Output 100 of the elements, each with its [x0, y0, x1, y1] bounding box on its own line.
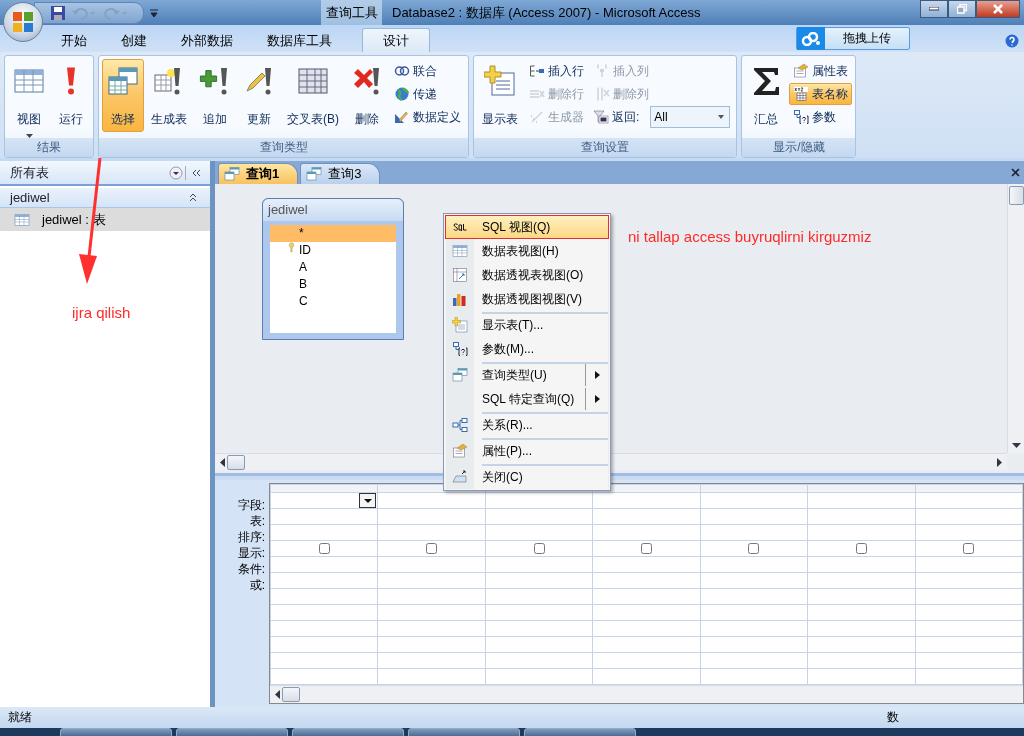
tables-icon — [107, 65, 139, 97]
menu-item[interactable]: 数据表视图(H) — [445, 239, 609, 263]
ribbon-button[interactable]: 插入行 — [525, 60, 588, 82]
ribbon-button[interactable]: 追加 — [194, 59, 236, 132]
scroll-thumb[interactable] — [1008, 185, 1024, 205]
show-checkbox[interactable] — [748, 543, 760, 554]
show-checkbox[interactable] — [318, 543, 330, 554]
wand-icon — [529, 109, 545, 125]
annotation-text: ijra qilish — [72, 304, 131, 321]
vertical-scrollbar[interactable] — [1007, 183, 1024, 454]
menu-item[interactable]: 属性(P)... — [445, 437, 609, 463]
insert-row-icon — [529, 63, 545, 79]
ribbon-button[interactable]: 数据定义 — [390, 106, 465, 128]
scroll-thumb[interactable] — [227, 454, 245, 470]
grid-row-label: 排序: — [237, 529, 265, 545]
ribbon-button[interactable]: 参数 — [789, 106, 853, 128]
menu-item[interactable]: SQL 视图(Q) — [445, 215, 609, 239]
insert-column-icon — [594, 63, 610, 79]
close-icon — [1011, 167, 1020, 177]
grid-row-label: 或: — [249, 577, 265, 593]
left-arrow-icon[interactable] — [274, 690, 280, 699]
ribbon-button[interactable]: 表名称 — [789, 83, 853, 105]
down-arrow-icon[interactable] — [1011, 443, 1021, 450]
right-arrow-icon[interactable] — [997, 457, 1003, 467]
close-button[interactable] — [976, 0, 1020, 18]
caret-icon — [363, 498, 372, 503]
document-tab[interactable]: 查询1 — [218, 162, 299, 184]
ribbon-button[interactable]: 显示表 — [477, 59, 523, 132]
property-sheet-icon — [793, 63, 810, 79]
customize-toolbar-icon[interactable] — [150, 8, 158, 17]
ribbon-button[interactable]: 交叉表(B) — [282, 59, 344, 132]
menu-item[interactable]: 数据透视表视图(O) — [445, 263, 609, 287]
submenu-arrow-icon — [594, 371, 600, 379]
table-icon — [14, 211, 30, 228]
ribbon-button[interactable]: 联合 — [390, 60, 465, 82]
field-item[interactable]: ID — [270, 241, 396, 259]
menu-item[interactable]: 查询类型(U) — [445, 361, 609, 387]
left-arrow-icon[interactable] — [219, 457, 225, 467]
ribbon-tab[interactable]: 开始 — [45, 28, 103, 52]
document-tab[interactable]: 查询3 — [300, 162, 381, 184]
ribbon-button[interactable]: 更新 — [238, 59, 280, 132]
restore-button[interactable] — [948, 0, 976, 18]
menu-item[interactable]: 参数(M)... — [445, 337, 609, 361]
field-list-window[interactable]: jediwel * ID A B C — [262, 197, 404, 340]
ribbon-button[interactable]: 汇总 — [745, 59, 788, 132]
ribbon-button[interactable]: 生成表 — [146, 59, 192, 132]
menu-item[interactable]: 数据透视图视图(V) — [445, 287, 609, 311]
field-item[interactable]: A — [270, 258, 396, 276]
ribbon-tab[interactable]: 创建 — [105, 28, 163, 52]
horizontal-scrollbar[interactable] — [270, 685, 1023, 703]
table-icon — [452, 243, 468, 259]
show-checkbox[interactable] — [640, 543, 652, 554]
grid-row-label: 条件: — [237, 561, 265, 577]
field-item[interactable]: C — [270, 292, 396, 310]
help-icon[interactable] — [1005, 34, 1019, 48]
submenu-arrow-icon — [594, 395, 600, 403]
restore-icon — [957, 4, 967, 14]
menu-item[interactable]: 关系(R)... — [445, 411, 609, 437]
show-checkbox[interactable] — [963, 543, 975, 554]
grid-row-label: 表: — [249, 513, 265, 529]
table-names-icon — [793, 86, 810, 102]
bar-chart-icon — [452, 291, 468, 307]
show-checkbox[interactable] — [533, 543, 545, 554]
cloud-icon — [801, 31, 821, 46]
ribbon-tab[interactable]: 外部数据 — [165, 28, 249, 52]
table-plus-icon — [484, 65, 516, 97]
ribbon-button[interactable]: 属性表 — [789, 60, 853, 82]
collapse-group-icon[interactable] — [188, 193, 198, 202]
field-dropdown-button[interactable] — [359, 493, 377, 508]
ribbon-button[interactable]: 视图 — [8, 59, 50, 132]
tables-icon — [452, 367, 468, 383]
return-dropdown[interactable]: All — [650, 106, 731, 128]
group-label: 显示/隐藏 — [742, 138, 856, 157]
ribbon-button[interactable]: 删除 — [346, 59, 388, 132]
property-sheet-icon — [452, 443, 468, 459]
nav-pane-title: 所有表 — [10, 163, 50, 182]
close-document-button[interactable] — [1011, 167, 1020, 177]
ribbon-button[interactable]: 运行 — [52, 59, 90, 132]
ribbon-button[interactable]: 传递 — [390, 83, 465, 105]
nav-item[interactable]: jediwel : 表 — [0, 208, 210, 231]
ribbon-tab[interactable]: 设计 — [362, 28, 430, 52]
upload-button[interactable]: 拖拽上传 — [796, 27, 910, 50]
ribbon-tab[interactable]: 数据库工具 — [251, 28, 348, 52]
field-item[interactable]: * — [270, 224, 396, 242]
close-window-icon — [452, 469, 468, 485]
menu-item[interactable]: 显示表(T)... — [445, 311, 609, 337]
menu-item[interactable]: SQL 特定查询(Q) — [445, 387, 609, 411]
show-checkbox[interactable] — [855, 543, 867, 554]
show-checkbox[interactable] — [426, 543, 438, 554]
save-icon[interactable] — [51, 5, 65, 20]
minimize-button[interactable] — [920, 0, 948, 18]
top-values-icon — [593, 109, 609, 125]
rings-icon — [394, 63, 410, 79]
delete-column-icon — [594, 86, 610, 102]
office-logo-icon — [12, 11, 34, 33]
ribbon-button[interactable]: 选择 — [102, 59, 144, 132]
field-item[interactable]: B — [270, 275, 396, 293]
scroll-thumb[interactable] — [282, 687, 300, 702]
dropdown-icon[interactable] — [169, 165, 183, 180]
menu-item[interactable]: 关闭(C) — [445, 463, 609, 489]
